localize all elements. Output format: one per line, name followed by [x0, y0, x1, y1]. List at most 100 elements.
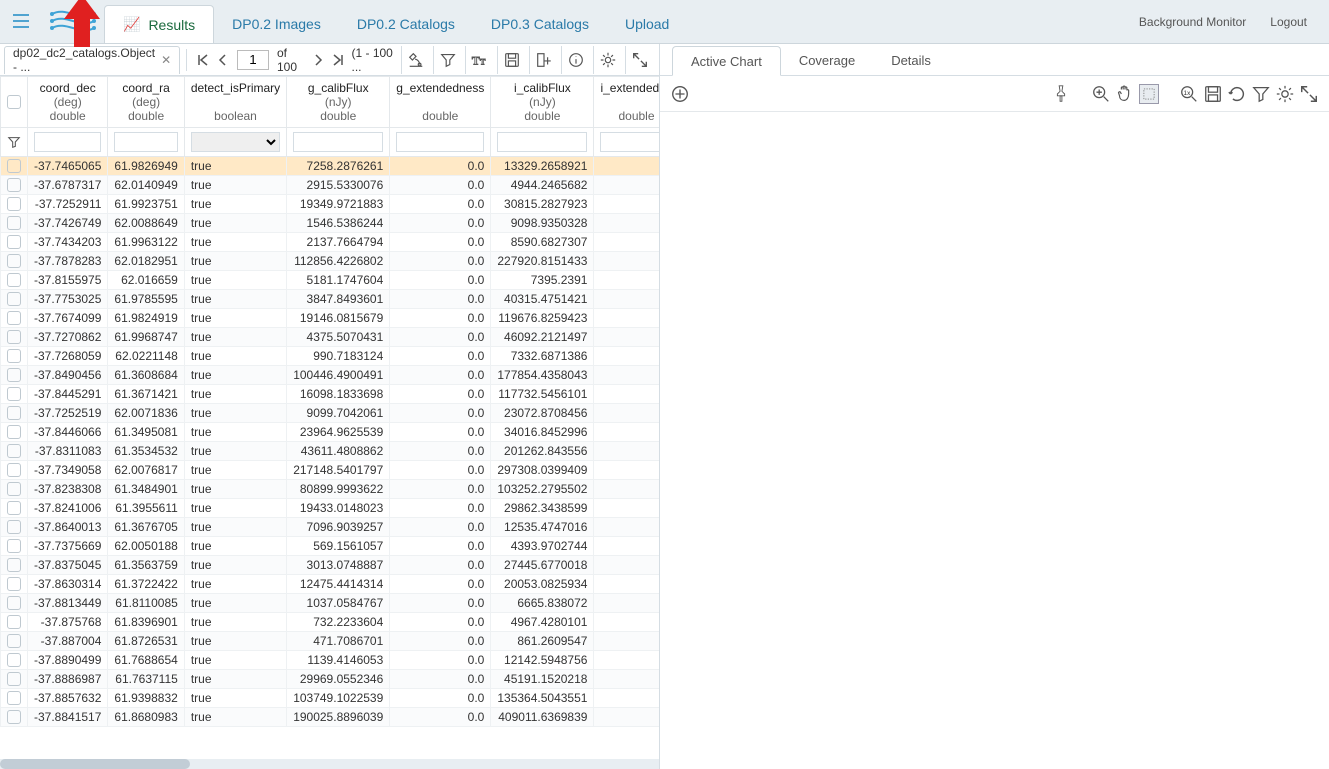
row-checkbox[interactable]: [7, 159, 21, 173]
nav-tab-results[interactable]: 📈Results: [104, 5, 214, 43]
filter-detect_isPrimary[interactable]: [191, 132, 280, 152]
table-row[interactable]: -37.823830861.3484901true80899.99936220.…: [1, 480, 660, 499]
column-header-coord_dec[interactable]: coord_dec(deg)double: [28, 77, 108, 128]
chart-filter-icon[interactable]: [1251, 84, 1271, 104]
expand-icon[interactable]: [625, 46, 653, 74]
row-checkbox[interactable]: [7, 330, 21, 344]
chart-tab-active-chart[interactable]: Active Chart: [672, 46, 781, 76]
table-row[interactable]: -37.787828362.0182951true112856.42268020…: [1, 252, 660, 271]
nav-tab-dp0-2-catalogs[interactable]: DP0.2 Catalogs: [339, 5, 473, 43]
row-checkbox[interactable]: [7, 691, 21, 705]
nav-tab-dp0-3-catalogs[interactable]: DP0.3 Catalogs: [473, 5, 607, 43]
table-row[interactable]: -37.775302561.9785595true3847.84936010.0…: [1, 290, 660, 309]
add-chart-icon[interactable]: [670, 84, 690, 104]
table-row[interactable]: -37.743420361.9963122true2137.76647940.0…: [1, 233, 660, 252]
first-page-icon[interactable]: [195, 50, 211, 70]
chart-expand-icon[interactable]: [1299, 84, 1319, 104]
filter-coord_ra[interactable]: [114, 132, 177, 152]
row-checkbox[interactable]: [7, 235, 21, 249]
table-row[interactable]: -37.88700461.8726531true471.70867010.086…: [1, 632, 660, 651]
add-column-icon[interactable]: [529, 46, 557, 74]
last-page-icon[interactable]: [330, 50, 346, 70]
background-monitor-button[interactable]: Background Monitor: [1127, 11, 1258, 33]
prev-page-icon[interactable]: [215, 50, 231, 70]
row-checkbox[interactable]: [7, 273, 21, 287]
table-row[interactable]: -37.884151761.8680983true190025.88960390…: [1, 708, 660, 727]
table-row[interactable]: -37.746506561.9826949true7258.28762610.0…: [1, 157, 660, 176]
table-row[interactable]: -37.824100661.3955611true19433.01480230.…: [1, 499, 660, 518]
results-table[interactable]: coord_dec(deg)doublecoord_ra(deg)doubled…: [0, 76, 659, 727]
row-checkbox[interactable]: [7, 577, 21, 591]
row-checkbox[interactable]: [7, 444, 21, 458]
menu-icon[interactable]: [6, 6, 36, 36]
zoom-in-icon[interactable]: [1091, 84, 1111, 104]
pin-icon[interactable]: [1051, 84, 1071, 104]
table-row[interactable]: -37.725291161.9923751true19349.97218830.…: [1, 195, 660, 214]
table-row[interactable]: -37.815597562.016659true5181.17476040.07…: [1, 271, 660, 290]
row-checkbox[interactable]: [7, 197, 21, 211]
filter-i_calibFlux[interactable]: [497, 132, 587, 152]
table-row[interactable]: -37.837504561.3563759true3013.07488870.0…: [1, 556, 660, 575]
table-row[interactable]: -37.87576861.8396901true732.22336040.049…: [1, 613, 660, 632]
table-row[interactable]: -37.844529161.3671421true16098.18336980.…: [1, 385, 660, 404]
filter-i_extendedne[interactable]: [600, 132, 659, 152]
table-row[interactable]: -37.864001361.3676705true7096.90392570.0…: [1, 518, 660, 537]
filter-coord_dec[interactable]: [34, 132, 101, 152]
save-icon[interactable]: [497, 46, 525, 74]
row-checkbox[interactable]: [7, 406, 21, 420]
row-checkbox[interactable]: [7, 596, 21, 610]
chart-settings-icon[interactable]: [1275, 84, 1295, 104]
horizontal-scrollbar[interactable]: [0, 759, 659, 769]
row-checkbox[interactable]: [7, 501, 21, 515]
row-checkbox[interactable]: [7, 634, 21, 648]
row-checkbox[interactable]: [7, 520, 21, 534]
info-icon[interactable]: [561, 46, 589, 74]
select-all-checkbox[interactable]: [7, 95, 21, 109]
nav-tab-dp0-2-images[interactable]: DP0.2 Images: [214, 5, 339, 43]
nav-tab-upload[interactable]: Upload: [607, 5, 687, 43]
chart-tab-coverage[interactable]: Coverage: [781, 45, 873, 75]
row-checkbox[interactable]: [7, 311, 21, 325]
settings-icon[interactable]: [593, 46, 621, 74]
table-row[interactable]: -37.831108361.3534532true43611.48088620.…: [1, 442, 660, 461]
table-row[interactable]: -37.678731762.0140949true2915.53300760.0…: [1, 176, 660, 195]
next-page-icon[interactable]: [310, 50, 326, 70]
row-checkbox[interactable]: [7, 558, 21, 572]
table-row[interactable]: -37.849045661.3608684true100446.49004910…: [1, 366, 660, 385]
row-checkbox[interactable]: [7, 368, 21, 382]
filter-icon[interactable]: [433, 46, 461, 74]
row-checkbox[interactable]: [7, 615, 21, 629]
column-header-g_extendedness[interactable]: g_extendedness double: [390, 77, 491, 128]
column-header-i_extendedne[interactable]: i_extendedne double: [594, 77, 659, 128]
table-row[interactable]: -37.727086261.9968747true4375.50704310.0…: [1, 328, 660, 347]
row-checkbox[interactable]: [7, 463, 21, 477]
logout-button[interactable]: Logout: [1258, 11, 1319, 33]
table-row[interactable]: -37.734905862.0076817true217148.54017970…: [1, 461, 660, 480]
close-icon[interactable]: ✕: [161, 53, 171, 67]
table-row[interactable]: -37.767409961.9824919true19146.08156790.…: [1, 309, 660, 328]
table-row[interactable]: -37.725251962.0071836true9099.70420610.0…: [1, 404, 660, 423]
save-chart-icon[interactable]: [1203, 84, 1223, 104]
row-checkbox[interactable]: [7, 387, 21, 401]
column-header-g_calibFlux[interactable]: g_calibFlux(nJy)double: [287, 77, 390, 128]
table-row[interactable]: -37.844606661.3495081true23964.96255390.…: [1, 423, 660, 442]
restore-icon[interactable]: [1227, 84, 1247, 104]
row-checkbox[interactable]: [7, 672, 21, 686]
table-row[interactable]: -37.742674962.0088649true1546.53862440.0…: [1, 214, 660, 233]
row-checkbox[interactable]: [7, 539, 21, 553]
zoom-reset-icon[interactable]: 1x: [1179, 84, 1199, 104]
table-row[interactable]: -37.888698761.7637115true29969.05523460.…: [1, 670, 660, 689]
filter-g_calibFlux[interactable]: [293, 132, 383, 152]
filter-g_extendedness[interactable]: [396, 132, 484, 152]
column-header-coord_ra[interactable]: coord_ra(deg)double: [108, 77, 184, 128]
table-row[interactable]: -37.881344961.8110085true1037.05847670.0…: [1, 594, 660, 613]
column-header-detect_isPrimary[interactable]: detect_isPrimary boolean: [184, 77, 286, 128]
text-style-icon[interactable]: TT: [465, 46, 493, 74]
row-checkbox[interactable]: [7, 292, 21, 306]
select-mode-icon[interactable]: [1139, 84, 1159, 104]
row-checkbox[interactable]: [7, 254, 21, 268]
page-input[interactable]: [237, 50, 269, 70]
table-row[interactable]: -37.889049961.7688654true1139.41460530.0…: [1, 651, 660, 670]
column-header-i_calibFlux[interactable]: i_calibFlux(nJy)double: [491, 77, 594, 128]
table-row[interactable]: -37.726805962.0221148true990.71831240.07…: [1, 347, 660, 366]
